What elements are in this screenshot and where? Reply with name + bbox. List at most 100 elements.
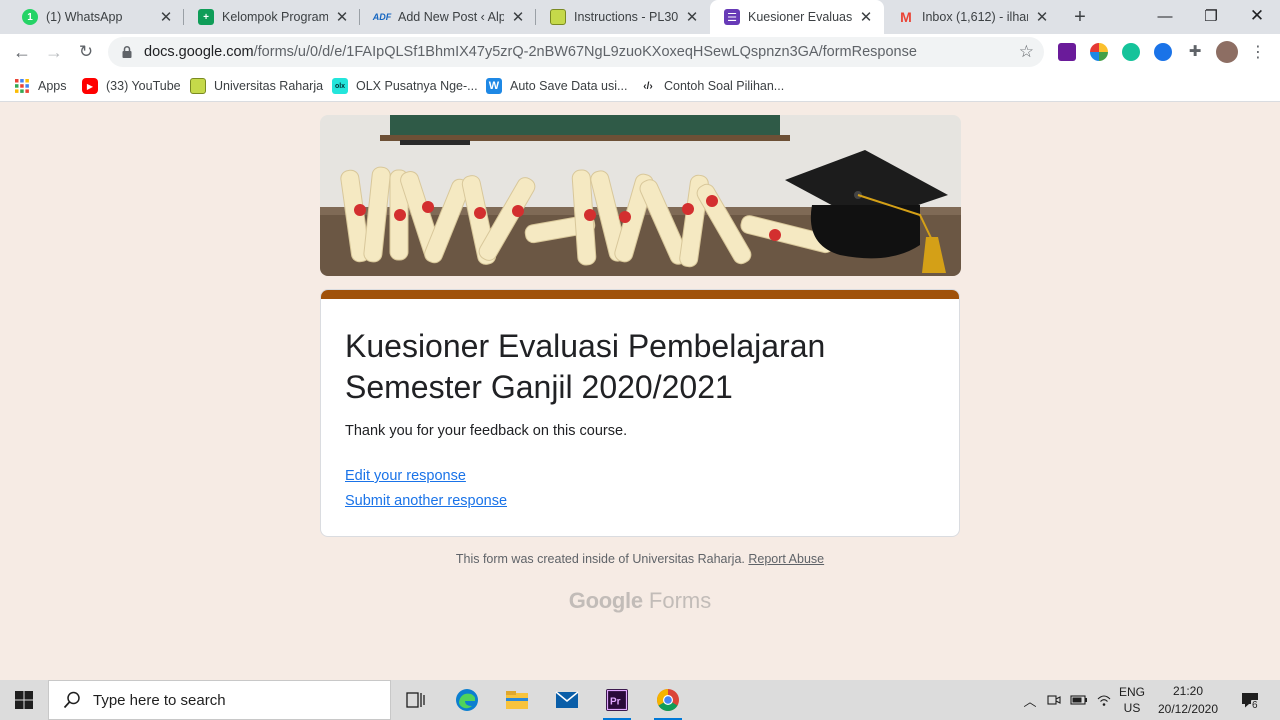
form-response-card: Kuesioner Evaluasi Pembelajaran Semester… <box>320 289 960 537</box>
bookmark-label: (33) YouTube <box>106 79 181 93</box>
close-icon[interactable]: ✕ <box>858 9 874 26</box>
menu-kebab-icon[interactable]: ⋮ <box>1244 38 1272 66</box>
whatsapp-icon: 1 <box>22 9 38 25</box>
bookmark-raharja[interactable]: Universitas Raharja <box>190 76 323 96</box>
task-view-icon[interactable] <box>400 684 432 716</box>
address-bar[interactable]: docs.google.com/forms/u/0/d/e/1FAIpQLSf1… <box>108 37 1044 67</box>
raharja-icon <box>190 78 206 94</box>
apps-grid-icon <box>15 79 29 93</box>
gmail-icon: M <box>900 9 912 25</box>
windows-logo-icon <box>15 691 33 709</box>
tab-label: (1) WhatsApp <box>46 10 123 24</box>
wifi-icon[interactable] <box>1094 680 1114 720</box>
w-icon: W <box>486 78 502 94</box>
form-footer: This form was created inside of Universi… <box>0 552 1280 566</box>
minimize-button[interactable]: — <box>1142 0 1188 32</box>
bookmark-contoh-soal[interactable]: ‹/› Contoh Soal Pilihan... <box>640 76 784 96</box>
taskbar-search-input[interactable]: Type here to search <box>48 680 391 720</box>
youtube-icon: ▶ <box>82 78 98 94</box>
sheets-icon: + <box>198 9 214 25</box>
notification-count: 6 <box>1252 700 1258 711</box>
mail-icon[interactable] <box>551 684 583 716</box>
report-abuse-link[interactable]: Report Abuse <box>748 552 824 566</box>
bookmarks-bar: Apps ▶ (33) YouTube Universitas Raharja … <box>0 70 1280 102</box>
confirmation-message: Thank you for your feedback on this cour… <box>345 423 628 439</box>
puzzle-icon[interactable]: ✚ <box>1186 43 1204 61</box>
tab-label: Kelompok Programm <box>222 10 328 24</box>
reload-button[interactable]: ↻ <box>72 38 100 66</box>
extension-blue-icon[interactable] <box>1154 43 1172 61</box>
close-icon[interactable]: ✕ <box>684 9 700 26</box>
clock-date: 20/12/2020 <box>1157 702 1219 716</box>
clock-time: 21:20 <box>1172 684 1204 698</box>
bookmark-label: OLX Pusatnya Nge-... <box>356 79 478 93</box>
bookmark-label: Contoh Soal Pilihan... <box>664 79 785 93</box>
edge-icon[interactable] <box>451 684 483 716</box>
header-banner-image <box>320 115 961 276</box>
keyboard-layout: US <box>1123 701 1141 715</box>
battery-icon[interactable] <box>1068 680 1090 720</box>
google-wordmark: Google <box>568 588 643 613</box>
start-button[interactable] <box>0 680 48 720</box>
browser-toolbar: ← → ↻ docs.google.com/forms/u/0/d/e/1FAI… <box>0 34 1280 70</box>
restore-button[interactable]: ❐ <box>1188 0 1234 32</box>
svg-text:Pr: Pr <box>610 697 621 708</box>
close-icon[interactable]: ✕ <box>1034 9 1050 26</box>
tab-instructions[interactable]: Instructions - PL301A ✕ <box>536 0 710 34</box>
bookmark-auto-save[interactable]: W Auto Save Data usi... <box>486 76 627 96</box>
premiere-pro-icon[interactable]: Pr <box>601 684 633 720</box>
edit-response-link[interactable]: Edit your response <box>345 468 466 484</box>
submit-another-response-link[interactable]: Submit another response <box>345 493 507 509</box>
tab-label: Kuesioner Evaluasi P <box>748 10 852 24</box>
accent-bar <box>321 290 959 299</box>
grammarly-icon[interactable] <box>1122 43 1140 61</box>
forms-icon: ☰ <box>724 9 740 25</box>
tab-label: Instructions - PL301A <box>574 10 678 24</box>
bookmark-olx[interactable]: olx OLX Pusatnya Nge-... <box>332 76 478 96</box>
code-icon: ‹/› <box>643 80 653 92</box>
forward-button[interactable]: → <box>40 38 68 66</box>
form-title: Kuesioner Evaluasi Pembelajaran Semester… <box>345 328 826 405</box>
new-tab-button[interactable]: + <box>1068 5 1092 29</box>
tab-strip: 1 (1) WhatsApp ✕ + Kelompok Programm ✕ A… <box>0 0 1280 34</box>
olx-icon: olx <box>332 78 348 94</box>
show-hidden-icons-chevron-up-icon[interactable]: ︿ <box>1020 680 1040 720</box>
url-text: docs.google.com/forms/u/0/d/e/1FAIpQLSf1… <box>144 44 917 60</box>
meet-now-icon[interactable] <box>1044 680 1064 720</box>
alphabet-icon: ADF <box>372 12 392 22</box>
tab-kelompok[interactable]: + Kelompok Programm ✕ <box>184 0 360 34</box>
search-placeholder: Type here to search <box>93 691 226 709</box>
tab-kuesioner[interactable]: ☰ Kuesioner Evaluasi P ✕ <box>710 0 884 34</box>
chrome-icon[interactable] <box>652 684 684 720</box>
raharja-icon <box>550 9 566 25</box>
tab-inbox[interactable]: M Inbox (1,612) - ilham ✕ <box>884 0 1060 34</box>
back-button[interactable]: ← <box>8 38 36 66</box>
close-window-button[interactable]: ✕ <box>1234 0 1280 32</box>
google-forms-logo[interactable]: Google Forms <box>0 588 1280 614</box>
bookmark-youtube[interactable]: ▶ (33) YouTube <box>82 76 181 96</box>
tab-whatsapp[interactable]: 1 (1) WhatsApp ✕ <box>8 0 184 34</box>
system-clock[interactable]: 21:20 20/12/2020 <box>1148 682 1228 718</box>
bookmark-apps[interactable]: Apps <box>14 76 67 96</box>
tab-add-new-post[interactable]: ADF Add New Post ‹ Alph ✕ <box>360 0 536 34</box>
close-icon[interactable]: ✕ <box>510 9 526 26</box>
lock-icon <box>122 45 132 58</box>
tab-label: Inbox (1,612) - ilham <box>922 10 1028 24</box>
bookmark-star-icon[interactable]: ☆ <box>1019 42 1034 62</box>
file-explorer-icon[interactable] <box>501 684 533 716</box>
close-icon[interactable]: ✕ <box>334 9 350 26</box>
extension-icon[interactable] <box>1058 43 1076 61</box>
action-center-button[interactable]: 6 <box>1236 680 1264 720</box>
input-language-indicator[interactable]: ENG US <box>1116 680 1148 720</box>
footer-text: This form was created inside of Universi… <box>455 552 745 566</box>
tab-label: Add New Post ‹ Alph <box>398 10 504 24</box>
search-icon <box>63 691 80 709</box>
language-code: ENG <box>1118 685 1145 699</box>
avatar[interactable] <box>1216 41 1238 63</box>
bookmark-label: Apps <box>38 79 67 93</box>
bookmark-label: Auto Save Data usi... <box>510 79 628 93</box>
close-icon[interactable]: ✕ <box>158 9 174 26</box>
bookmark-label: Universitas Raharja <box>214 79 324 93</box>
windows-taskbar: Type here to search Pr ︿ ENG US 21:20 20… <box>0 680 1280 720</box>
extension-globe-icon[interactable] <box>1090 43 1108 61</box>
